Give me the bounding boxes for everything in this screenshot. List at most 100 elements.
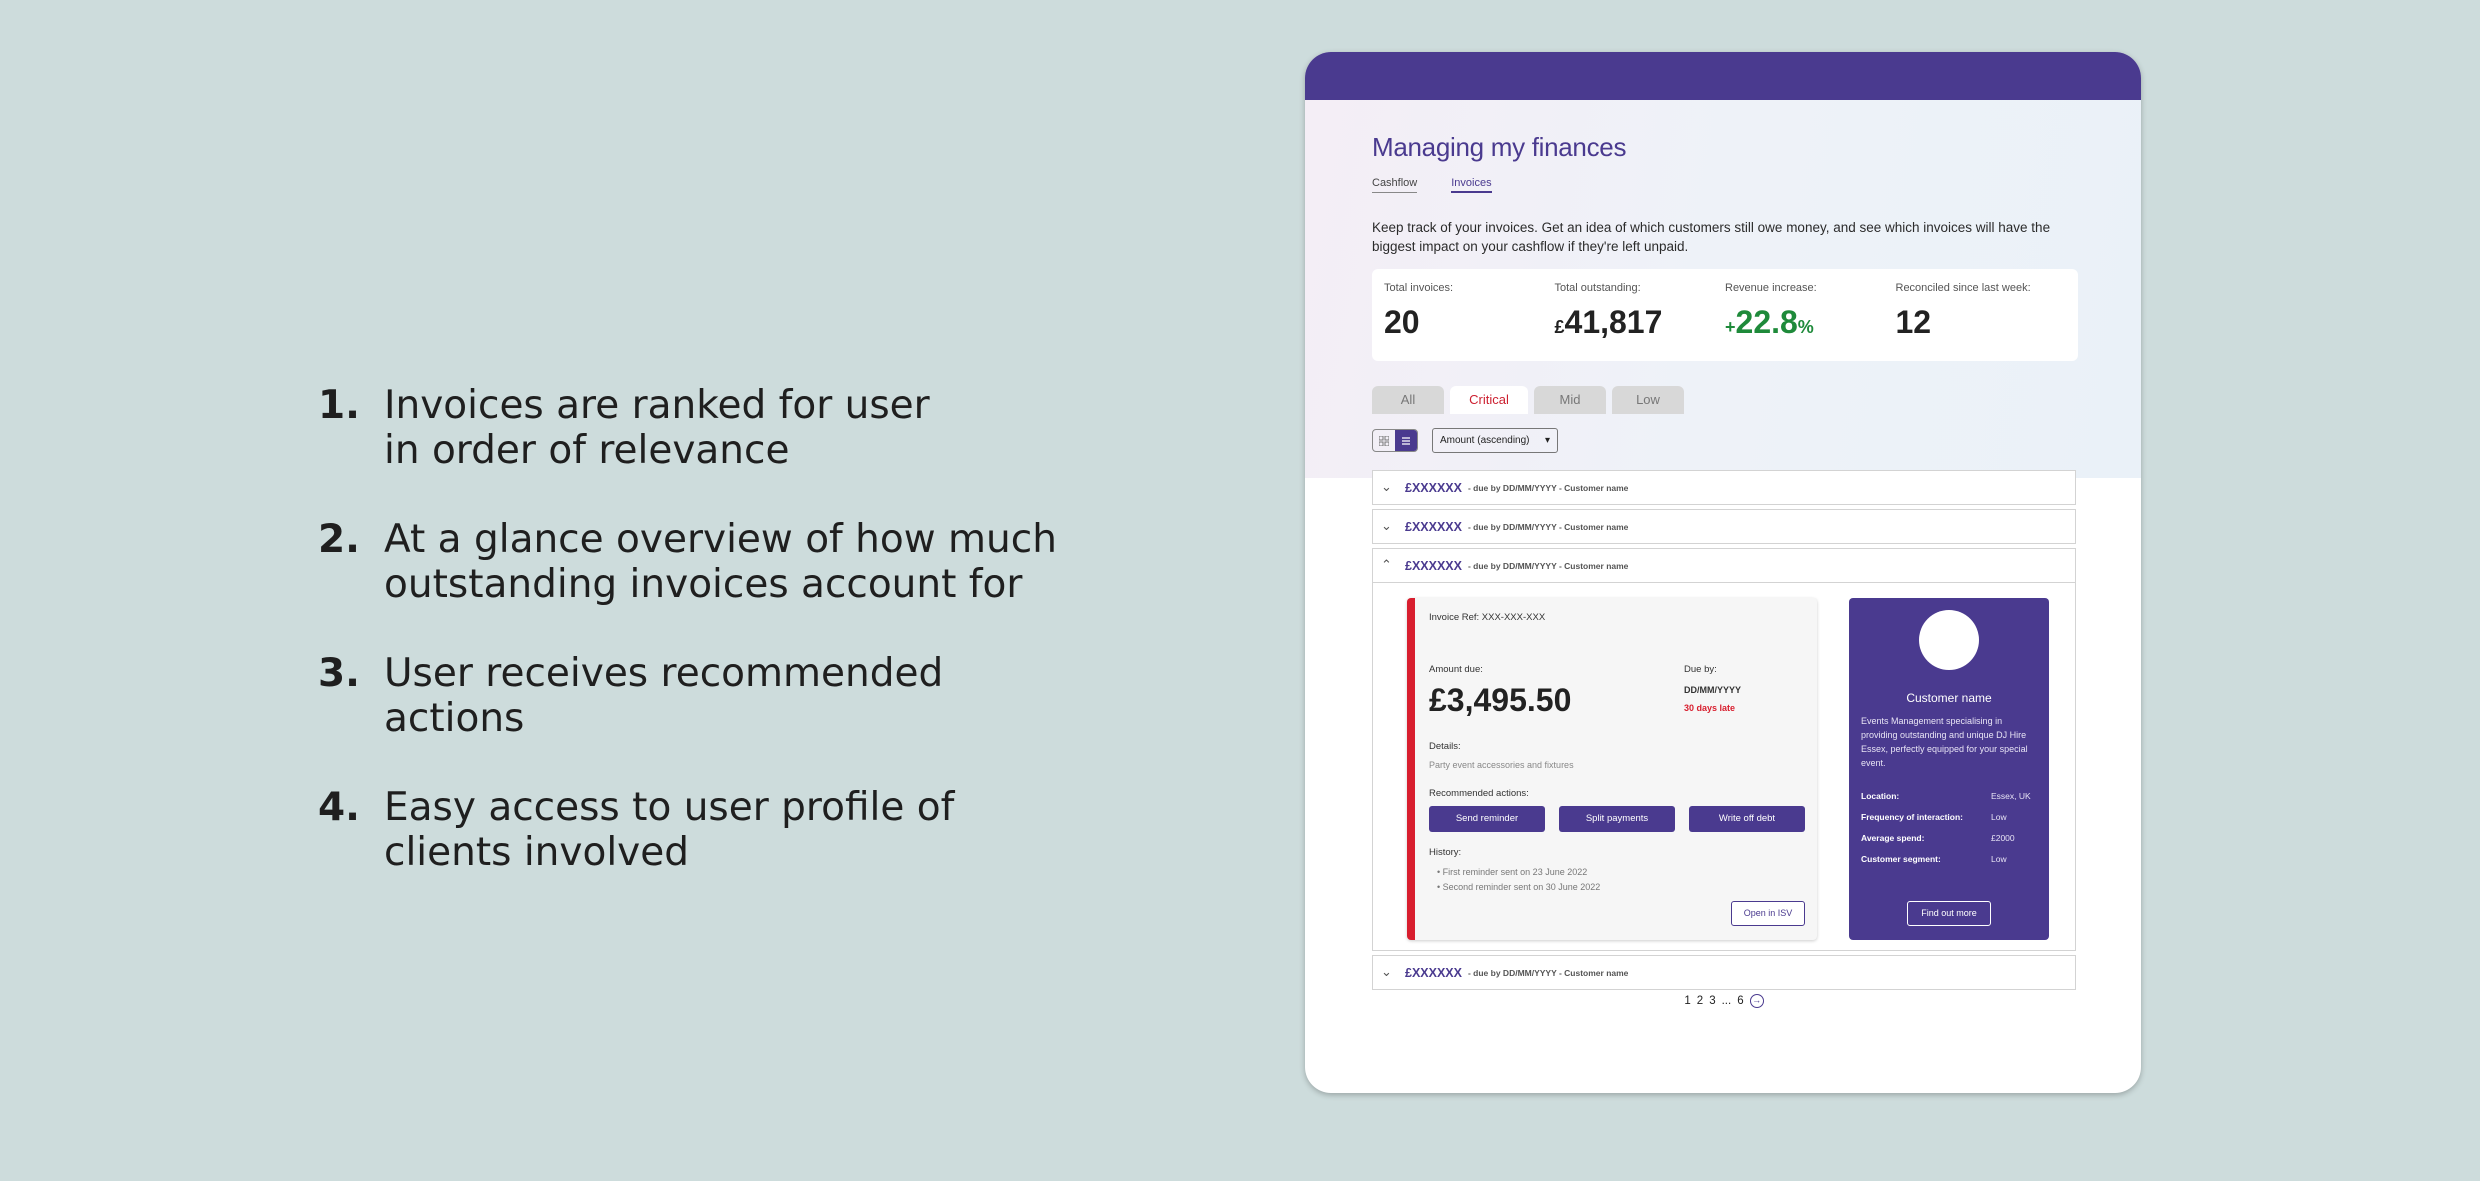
details-label: Details: [1429, 741, 1461, 752]
stat-label: Total outstanding: [1554, 282, 1641, 294]
chevron-down-icon: ▾ [1544, 435, 1550, 446]
feature-notes: 1. Invoices are ranked for user in order… [318, 383, 1078, 919]
details-text: Party event accessories and fixtures [1429, 760, 1574, 770]
note-text: At a glance overview of how much outstan… [384, 517, 1057, 607]
invoice-row[interactable]: ⌄ £XXXXXX - due by DD/MM/YYYY - Customer… [1372, 955, 2076, 990]
grid-view-icon[interactable] [1373, 430, 1395, 451]
note-number: 1. [318, 383, 360, 428]
stat-label: Total invoices: [1384, 282, 1454, 294]
page-title: Managing my finances [1372, 132, 1627, 162]
app-mockup: Managing my finances Cashflow Invoices K… [1305, 52, 2141, 1093]
stats-panel: Total invoices: 20 Total outstanding: £4… [1372, 269, 2078, 361]
stat-label: Revenue increase: [1725, 282, 1817, 294]
note-3: 3. User receives recommended actions [318, 651, 1078, 741]
stat-value: 20 [1384, 304, 1420, 340]
field-key: Customer segment: [1861, 854, 1941, 864]
page-link[interactable]: 2 [1697, 995, 1703, 1007]
stat-value: £41,817 [1555, 304, 1726, 341]
filter-all[interactable]: All [1372, 386, 1444, 414]
filter-mid[interactable]: Mid [1534, 386, 1606, 414]
tab-invoices[interactable]: Invoices [1451, 177, 1492, 193]
invoice-meta: - due by DD/MM/YYYY - Customer name [1467, 482, 1629, 493]
history-list: • First reminder sent on 23 June 2022 • … [1437, 865, 1600, 895]
customer-name: Customer name [1906, 691, 1992, 705]
due-date: DD/MM/YYYY [1684, 685, 1742, 695]
arrow-right-circle-icon[interactable]: → [1749, 994, 1764, 1008]
history-item: • First reminder sent on 23 June 2022 [1437, 867, 1588, 877]
stat-total-outstanding: Total outstanding: £41,817 [1555, 282, 1726, 361]
invoice-row[interactable]: ⌄ £XXXXXX - due by DD/MM/YYYY - Customer… [1372, 470, 2076, 505]
stat-total-invoices: Total invoices: 20 [1384, 282, 1555, 361]
stat-label: Reconciled since last week: [1895, 282, 2031, 294]
chevron-down-icon[interactable]: ⌄ [1381, 519, 1399, 534]
filter-critical[interactable]: Critical [1450, 386, 1528, 414]
send-reminder-button[interactable]: Send reminder [1429, 806, 1545, 832]
field-key: Location: [1861, 791, 1900, 801]
find-out-more-button[interactable]: Find out more [1907, 901, 1991, 926]
invoice-meta: - due by DD/MM/YYYY - Customer name [1467, 967, 1629, 978]
field-value: Low [1991, 854, 2007, 864]
section-tabs: Cashflow Invoices [1372, 177, 2078, 193]
page-link[interactable]: 6 [1737, 995, 1743, 1007]
view-toggle [1372, 429, 1418, 452]
customer-field: Location: Essex, UK [1861, 791, 2037, 812]
invoice-amount: £XXXXXX [1405, 965, 1462, 980]
field-key: Average spend: [1861, 833, 1925, 843]
customer-field: Average spend: £2000 [1861, 833, 2037, 854]
main-content: Managing my finances Cashflow Invoices K… [1372, 100, 2078, 1008]
stat-revenue-increase: Revenue increase: +22.8% [1725, 282, 1896, 361]
history-item: • Second reminder sent on 30 June 2022 [1437, 882, 1601, 892]
write-off-debt-button[interactable]: Write off debt [1689, 806, 1805, 832]
avatar [1919, 610, 1979, 670]
recommended-actions-label: Recommended actions: [1429, 788, 1529, 799]
top-bar [1305, 52, 2141, 100]
customer-field: Frequency of interaction: Low [1861, 812, 2037, 833]
late-status: 30 days late [1684, 703, 1736, 713]
sort-value: Amount (ascending) [1440, 435, 1530, 446]
invoice-detail-panel: Invoice Ref: XXX-XXX-XXX Amount due: £3,… [1372, 583, 2076, 951]
due-by-label: Due by: [1684, 664, 1717, 675]
pagination: 1 2 3... 6 → [1372, 994, 2076, 1008]
invoice-meta: - due by DD/MM/YYYY - Customer name [1467, 560, 1629, 571]
note-1: 1. Invoices are ranked for user in order… [318, 383, 1078, 473]
split-payments-button[interactable]: Split payments [1559, 806, 1675, 832]
tab-cashflow[interactable]: Cashflow [1372, 177, 1418, 193]
note-text: Invoices are ranked for user in order of… [384, 383, 930, 473]
field-value: Low [1991, 812, 2007, 822]
note-2: 2. At a glance overview of how much outs… [318, 517, 1078, 607]
customer-details: Location: Essex, UK Frequency of interact… [1861, 791, 2037, 875]
note-text: User receives recommended actions [384, 651, 944, 741]
filter-low[interactable]: Low [1612, 386, 1684, 414]
history-text: Second reminder sent on 30 June 2022 [1442, 882, 1601, 892]
sort-dropdown[interactable]: Amount (ascending) ▾ [1432, 428, 1558, 453]
note-number: 2. [318, 517, 360, 562]
stat-number: 22.8 [1735, 304, 1798, 340]
invoice-row[interactable]: ⌄ £XXXXXX - due by DD/MM/YYYY - Customer… [1372, 509, 2076, 544]
invoice-amount: £XXXXXX [1405, 480, 1462, 495]
currency-symbol: £ [1554, 317, 1565, 337]
page-link[interactable]: 3 [1709, 995, 1715, 1007]
list-view-icon[interactable] [1395, 430, 1417, 451]
invoice-row-expanded[interactable]: ⌃ £XXXXXX - due by DD/MM/YYYY - Customer… [1372, 548, 2076, 583]
amount-due-label: Amount due: [1429, 664, 1483, 675]
field-key: Frequency of interaction: [1861, 812, 1964, 822]
invoice-meta: - due by DD/MM/YYYY - Customer name [1467, 521, 1629, 532]
note-text: Easy access to user profile of clients i… [384, 785, 955, 875]
amount-due: £3,495.50 [1429, 682, 1572, 718]
invoice-card: Invoice Ref: XXX-XXX-XXX Amount due: £3,… [1407, 598, 1817, 940]
history-label: History: [1429, 847, 1462, 858]
chevron-down-icon[interactable]: ⌄ [1381, 965, 1399, 980]
chevron-down-icon[interactable]: ⌄ [1381, 480, 1399, 495]
note-number: 3. [318, 651, 360, 696]
invoice-ref: Invoice Ref: XXX-XXX-XXX [1429, 612, 1546, 623]
customer-description: Events Management specialising in provid… [1861, 716, 2028, 768]
stat-value: +22.8% [1725, 304, 1896, 341]
chevron-up-icon[interactable]: ⌃ [1381, 558, 1399, 573]
plus-sign: + [1725, 317, 1736, 337]
open-in-isv-button[interactable]: Open in ISV [1731, 901, 1805, 926]
note-4: 4. Easy access to user profile of client… [318, 785, 1078, 875]
page-link[interactable]: 1 [1684, 995, 1690, 1007]
page-description: Keep track of your invoices. Get an idea… [1372, 220, 2051, 254]
field-value: Essex, UK [1991, 791, 2031, 801]
invoice-amount: £XXXXXX [1405, 519, 1462, 534]
